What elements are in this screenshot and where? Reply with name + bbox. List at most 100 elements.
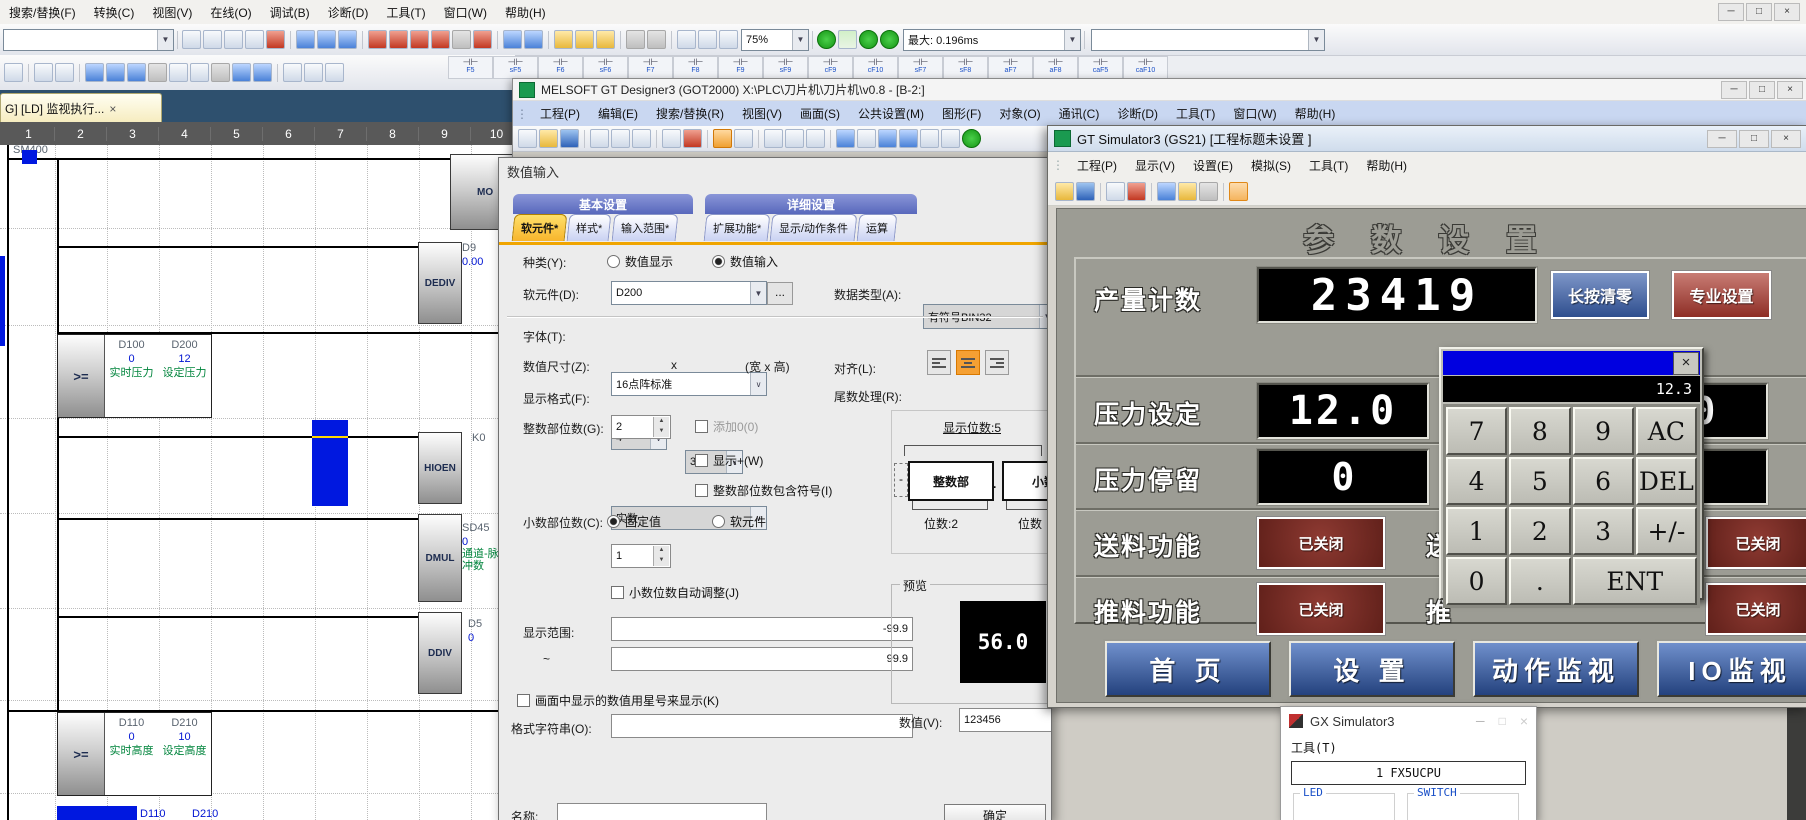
gxworks-toolbar-icon[interactable] [698,30,717,49]
align-right-button[interactable] [985,350,1009,375]
gtsimulator-toolbar-icon[interactable] [1127,182,1146,201]
hmi-feed-right-button[interactable]: 已关闭 [1706,517,1806,569]
ladder-compare-cell[interactable]: >= D1100 实时高度 D21010 设定高度 [57,712,212,796]
gtsimulator-toolbar-icon[interactable] [1229,182,1248,201]
gxworks-watch-combobox[interactable]: ▼ [1091,29,1325,51]
ladder-block-hioen[interactable]: HIOEN [418,432,462,504]
ladder-selected-cell[interactable] [312,420,348,506]
ok-button[interactable]: 确定 [944,804,1046,820]
gxworks-menu-item[interactable]: 转换(C) [85,4,144,21]
gxworks-toolbar-icon[interactable] [719,30,738,49]
gxsimulator3-tools-menu[interactable]: 工具(T) [1291,739,1337,756]
gtdesigner-toolbar-icon[interactable] [656,130,657,148]
gxworks-toolbar-icon[interactable] [55,63,74,82]
gxworks-toolbar-icon[interactable] [232,63,251,82]
gxworks-toolbar-icon[interactable] [169,63,188,82]
gtdesigner-menu-item[interactable]: 窗口(W) [1224,105,1285,122]
gxworks-toolbar-icon[interactable] [253,63,272,82]
gxworks-toolbar-icon[interactable] [79,64,80,82]
gtdesigner-menu-item[interactable]: 对象(O) [990,105,1049,122]
gxworks-toolbar-icon[interactable] [497,31,498,49]
gxworks-toolbar-icon[interactable] [362,31,363,49]
gtsimulator-toolbar-icon[interactable] [1106,182,1125,201]
keypad-key[interactable]: +/- [1636,507,1697,555]
ladder-symbol-button[interactable]: aF7 [988,56,1033,79]
gxworks-toolbar-icon[interactable] [596,30,615,49]
gtsimulator-toolbar-icon[interactable] [1055,182,1074,201]
gxworks-menu-item[interactable]: 窗口(W) [435,4,496,21]
gxworks-run-icon[interactable] [859,30,878,49]
dialog-tab[interactable]: 输入范围* [611,214,678,241]
gtdesigner-menu-item[interactable]: 搜索/替换(R) [647,105,733,122]
align-left-button[interactable] [927,350,951,375]
gxworks-toolbar-icon[interactable] [283,63,302,82]
gxworks-menu-item[interactable]: 工具(T) [377,4,434,21]
keypad-key[interactable]: AC [1636,407,1697,455]
formatstring-field[interactable] [611,714,913,738]
keypad-key[interactable]: 2 [1509,507,1570,555]
gxworks-toolbar-icon[interactable] [304,63,323,82]
gxsimulator3-close-button[interactable]: × [1520,713,1528,729]
gtdesigner-toolbar-icon[interactable] [806,129,825,148]
gxworks-toolbar-icon[interactable] [85,63,104,82]
gxworks-toolbar-icon[interactable] [410,30,429,49]
gxworks-toolbar-icon[interactable] [524,30,543,49]
hmi-push-right-button[interactable]: 已关闭 [1706,583,1806,635]
gtdesigner-toolbar-icon[interactable] [518,129,537,148]
gxworks-toolbar-icon[interactable] [245,30,264,49]
keypad-key[interactable]: . [1509,557,1570,605]
gtdesigner-menu-item[interactable]: 视图(V) [733,105,791,122]
gtsimulator-close-button[interactable]: × [1771,130,1801,148]
ladder-symbol-button[interactable]: sF9 [763,56,808,79]
gtsimulator-menu-item[interactable]: 显示(V) [1126,157,1184,174]
ladder-symbol-button[interactable]: caF10 [1123,56,1168,79]
gxworks-menu-item[interactable]: 帮助(H) [496,4,555,21]
ladder-symbol-button[interactable]: cF9 [808,56,853,79]
fraction-device-radio[interactable]: 软元件 [712,513,766,530]
keypad-key[interactable]: 0 [1446,557,1507,605]
gxworks-toolbar-icon[interactable] [203,30,222,49]
keypad-key[interactable]: 9 [1573,407,1634,455]
sign-included-checkbox[interactable]: 整数部位数包含符号(I) [695,482,832,499]
gtsimulator-restore-button[interactable]: □ [1739,130,1769,148]
gtdesigner-menu-item[interactable]: 编辑(E) [589,105,647,122]
addzero-checkbox[interactable]: 添加0(0) [695,418,758,435]
gtdesigner-toolbar-icon[interactable] [683,129,702,148]
gxworks-project-combobox[interactable]: ▼ [3,29,174,51]
gxworks-toolbar-icon[interactable] [368,30,387,49]
keypad-key[interactable]: 8 [1509,407,1570,455]
gxworks-toolbar-icon[interactable] [4,63,23,82]
keypad-close-icon[interactable]: × [1673,352,1699,375]
gtsimulator-toolbar-icon[interactable] [1223,183,1224,201]
gtdesigner-menu-item[interactable]: 通讯(C) [1050,105,1109,122]
kind-display-radio[interactable]: 数值显示 [607,253,673,270]
gtdesigner-menu-item[interactable]: 图形(F) [933,105,990,122]
keypad-key[interactable]: 4 [1446,457,1507,505]
asterisk-checkbox[interactable]: 画面中显示的数值用星号来显示(K) [517,692,719,709]
gtsimulator-menu-item[interactable]: 工程(P) [1068,157,1126,174]
font-combobox[interactable]: 16点阵标准∨ [611,372,767,396]
gxworks-toolbar-icon[interactable] [34,63,53,82]
gtsimulator-toolbar-icon[interactable] [1100,183,1101,201]
ladder-symbol-button[interactable]: F8 [673,56,718,79]
gtdesigner-toolbar-icon[interactable] [560,129,579,148]
showplus-checkbox[interactable]: 显示+(W) [695,452,763,469]
gtdesigner-toolbar-icon[interactable] [632,129,651,148]
gxworks-menu-item[interactable]: 视图(V) [143,4,201,21]
keypad-key[interactable]: 3 [1573,507,1634,555]
gtsimulator-minimize-button[interactable]: ─ [1707,130,1737,148]
fraction-fixed-radio[interactable]: 固定值 [607,513,661,530]
hmi-nav-button[interactable]: 动作监视 [1473,641,1639,697]
autoadjust-checkbox[interactable]: 小数位数自动调整(J) [611,584,739,601]
gxworks-toolbar-icon[interactable] [182,30,201,49]
gxworks-toolbar-icon[interactable] [626,30,645,49]
gxworks-toolbar-icon[interactable] [473,30,492,49]
ladder-symbol-button[interactable]: cF10 [853,56,898,79]
keypad-key[interactable]: DEL [1636,457,1697,505]
gtdesigner-toolbar-icon[interactable] [707,130,708,148]
gxworks-zoom-combobox[interactable]: 75%▼ [741,29,809,51]
gxworks-menu-item[interactable]: 调试(B) [261,4,319,21]
ladder-symbol-button[interactable]: F9 [718,56,763,79]
gxworks-scantime-combobox[interactable]: 最大: 0.196ms▼ [903,29,1081,51]
gxworks-toolbar-icon[interactable] [554,30,573,49]
